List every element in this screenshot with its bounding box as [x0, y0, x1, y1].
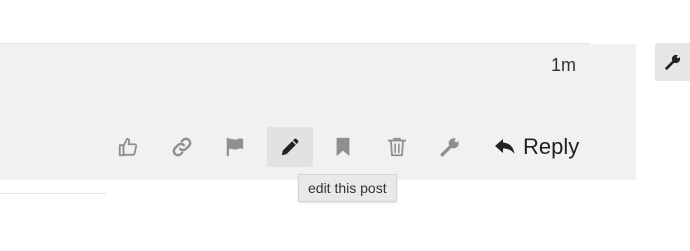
pencil-icon: [281, 138, 299, 156]
reply-button[interactable]: Reply: [493, 127, 585, 167]
side-admin-button[interactable]: [655, 43, 690, 81]
admin-menu-button[interactable]: [427, 127, 473, 167]
trash-icon: [387, 137, 407, 157]
link-icon: [172, 137, 192, 157]
wrench-icon: [440, 136, 461, 157]
share-link-button[interactable]: [159, 127, 205, 167]
wrench-icon: [664, 53, 682, 70]
edit-post-button[interactable]: [267, 127, 313, 167]
delete-button[interactable]: [374, 127, 420, 167]
flag-icon: [226, 137, 244, 157]
thumbs-up-icon: [118, 137, 138, 157]
reply-label: Reply: [523, 134, 580, 159]
flag-button[interactable]: [212, 127, 258, 167]
post-age[interactable]: 1m: [551, 55, 576, 75]
bottom-divider: [0, 193, 106, 194]
edit-tooltip: edit this post: [298, 174, 397, 202]
bookmark-button[interactable]: [320, 127, 366, 167]
bookmark-icon: [336, 137, 350, 157]
reply-arrow-icon: [495, 139, 515, 154]
like-button[interactable]: [105, 127, 151, 167]
